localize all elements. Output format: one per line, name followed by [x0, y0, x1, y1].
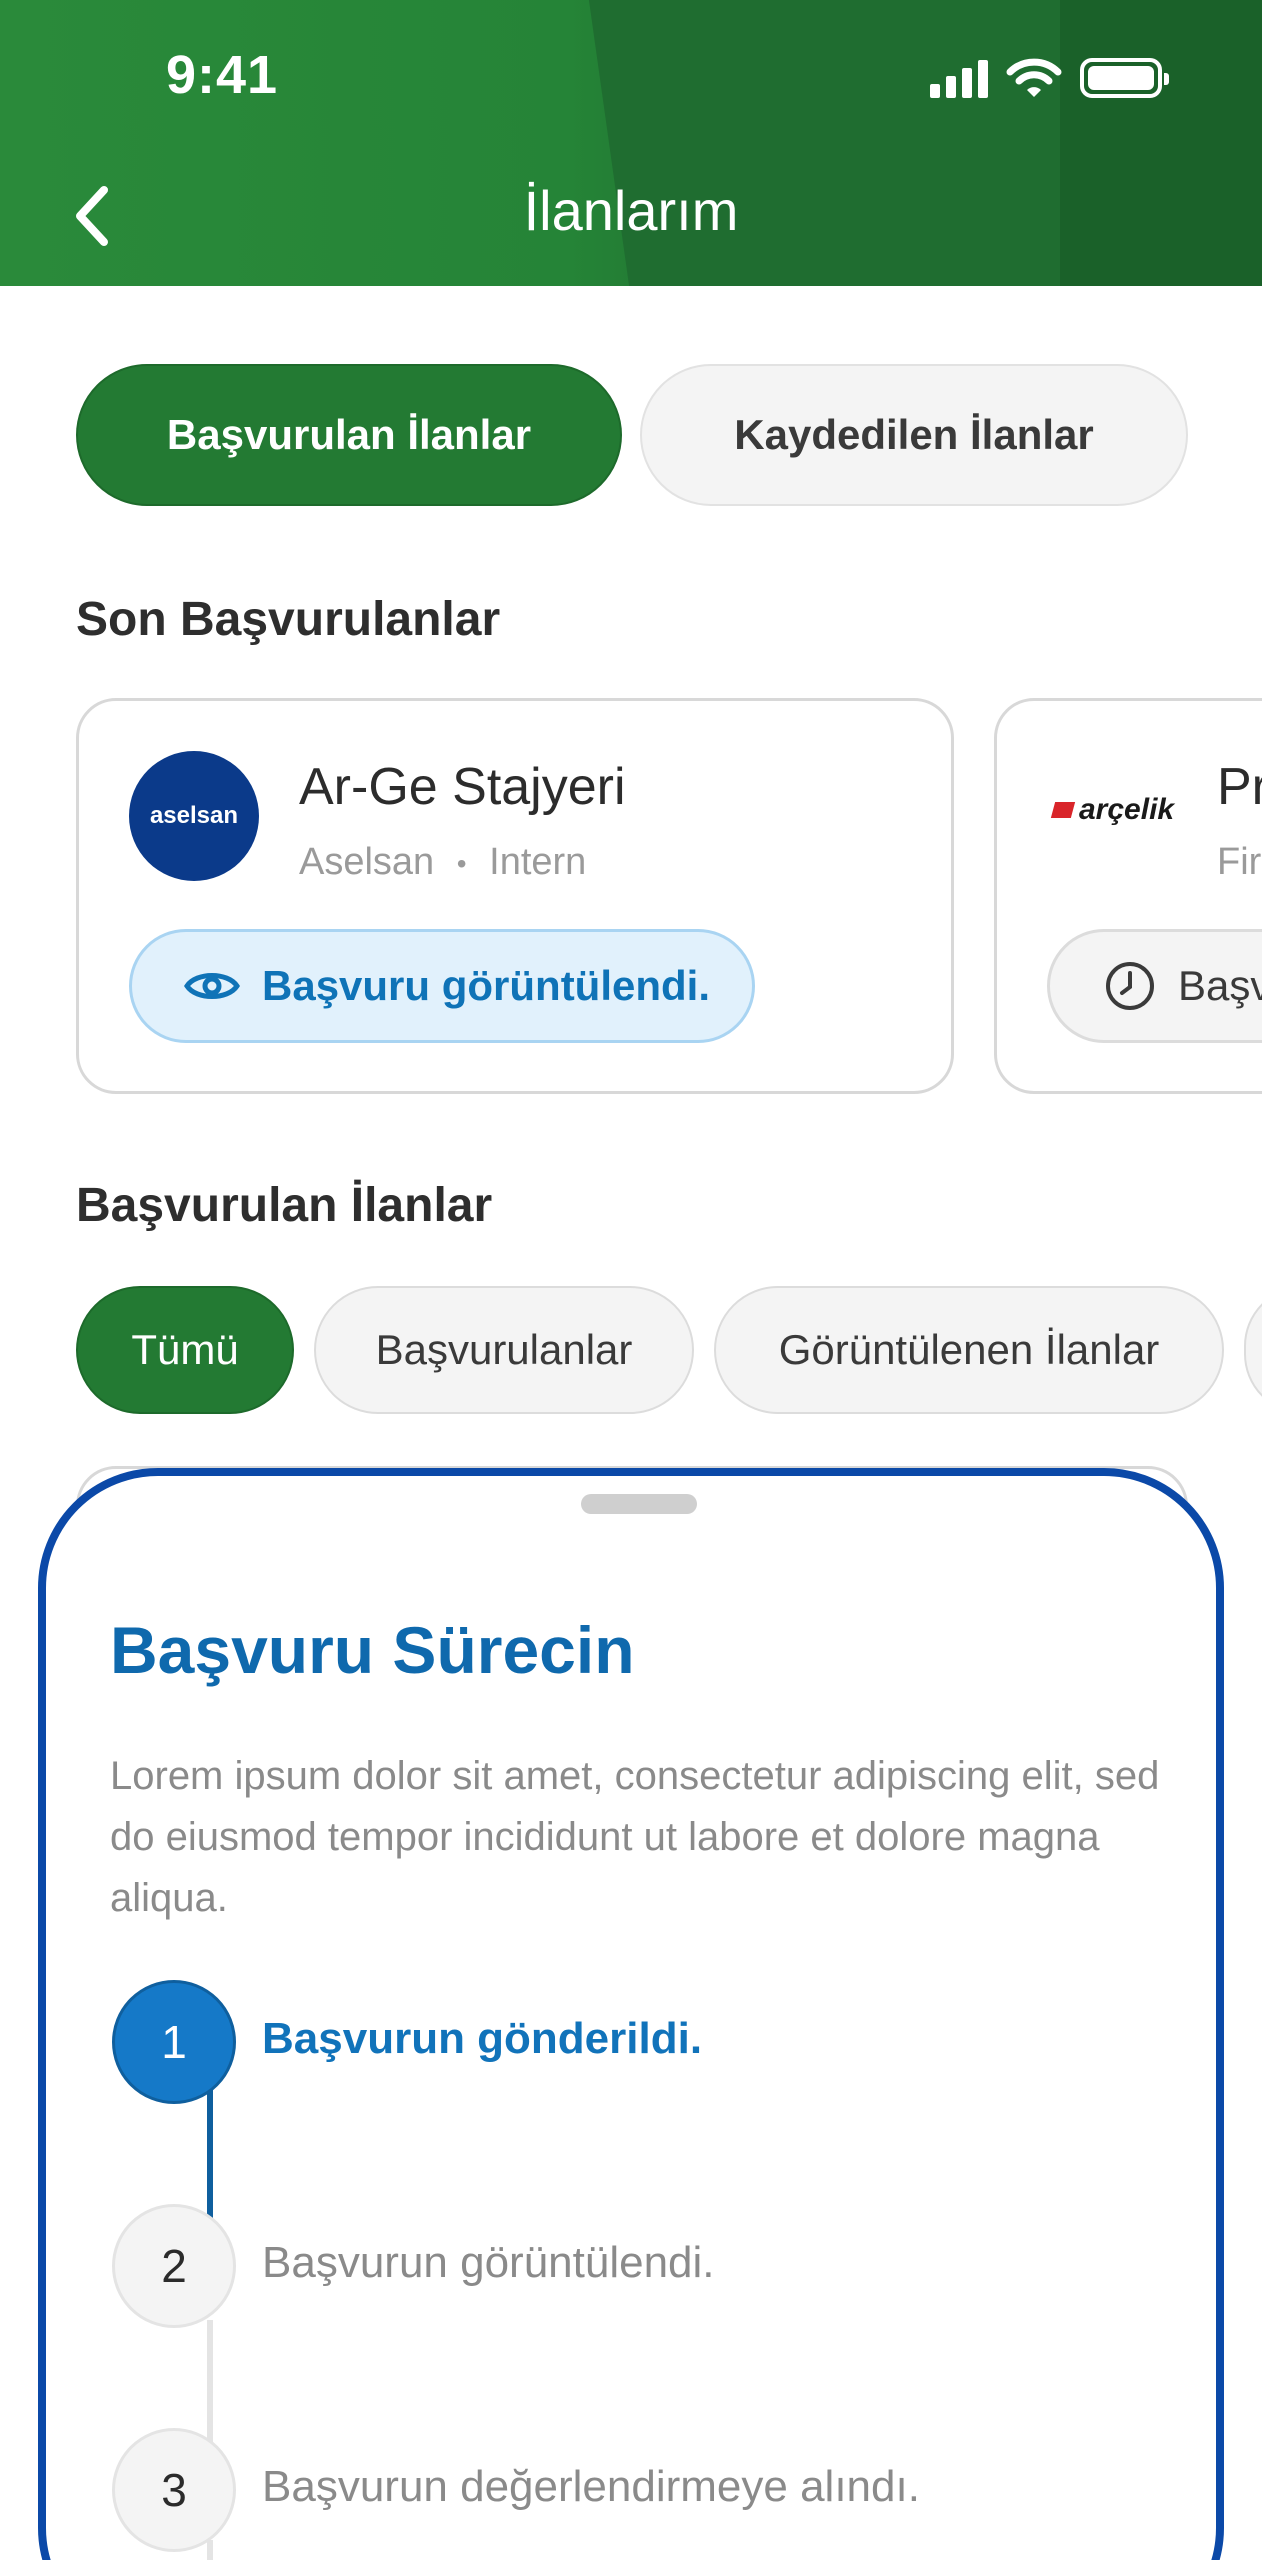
status-badge: Başv [1047, 929, 1262, 1043]
clock-icon [1106, 962, 1154, 1010]
status-text: Başv [1178, 962, 1262, 1009]
recent-application-card[interactable]: arçelik Pr Fir Başv [994, 698, 1262, 1094]
job-title: Pr [1217, 758, 1262, 816]
filter-applied[interactable]: Başvurulanlar [314, 1286, 694, 1414]
sheet-drag-handle[interactable] [581, 1494, 697, 1514]
meta-separator: • [456, 847, 467, 879]
job-type: Intern [489, 841, 587, 883]
job-title: Ar-Ge Stajyeri [299, 758, 626, 816]
sheet-title: Başvuru Sürecin [110, 1613, 635, 1687]
step-label: Başvurun değerlendirmeye alındı. [262, 2462, 920, 2511]
sheet-description: Lorem ipsum dolor sit amet, consectetur … [110, 1754, 1160, 1920]
header-decor [586, 0, 1134, 286]
recent-application-card[interactable]: aselsan Ar-Ge Stajyeri Aselsan • Intern … [76, 698, 954, 1094]
status-icons [930, 58, 1169, 98]
wifi-icon [1006, 58, 1062, 97]
status-text: Başvuru görüntülendi. [262, 962, 711, 1009]
job-meta: Fir [1217, 841, 1262, 883]
step-label: Başvurun gönderildi. [262, 2014, 703, 2063]
company-name: Aselsan [299, 841, 435, 883]
eye-icon [184, 973, 240, 999]
application-process-sheet: Başvuru Sürecin Lorem ipsum dolor sit am… [38, 1468, 1224, 2560]
step-connector [207, 2540, 213, 2560]
signal-icon [930, 58, 988, 98]
step-number: 3 [112, 2428, 236, 2552]
page-title: İlanlarım [523, 179, 739, 242]
recent-section-title: Son Başvurulanlar [76, 593, 501, 646]
company-logo: arçelik [1050, 793, 1174, 827]
screen: 9:41 İlanlarım Başvurulan İlanlar Kayded… [0, 0, 1262, 2560]
applied-section-title: Başvurulan İlanlar [76, 1179, 493, 1232]
step-number: 1 [112, 1980, 236, 2104]
status-time: 9:41 [166, 45, 279, 105]
arcelik-mark-icon [1050, 802, 1076, 818]
app-header: 9:41 İlanlarım [0, 0, 1262, 286]
filter-viewed[interactable]: Görüntülenen İlanlar [714, 1286, 1224, 1414]
step-label: Başvurun görüntülendi. [262, 2238, 715, 2287]
step-number: 2 [112, 2204, 236, 2328]
header-decor [1060, 0, 1262, 286]
company-logo: aselsan [129, 751, 259, 881]
filter-all[interactable]: Tümü [76, 1286, 294, 1414]
status-badge: Başvuru görüntülendi. [129, 929, 755, 1043]
filter-more[interactable] [1244, 1286, 1262, 1414]
tab-saved-listings[interactable]: Kaydedilen İlanlar [640, 364, 1188, 506]
tab-applied-listings[interactable]: Başvurulan İlanlar [76, 364, 622, 506]
job-meta: Aselsan • Intern [299, 841, 586, 884]
battery-icon [1080, 58, 1169, 98]
